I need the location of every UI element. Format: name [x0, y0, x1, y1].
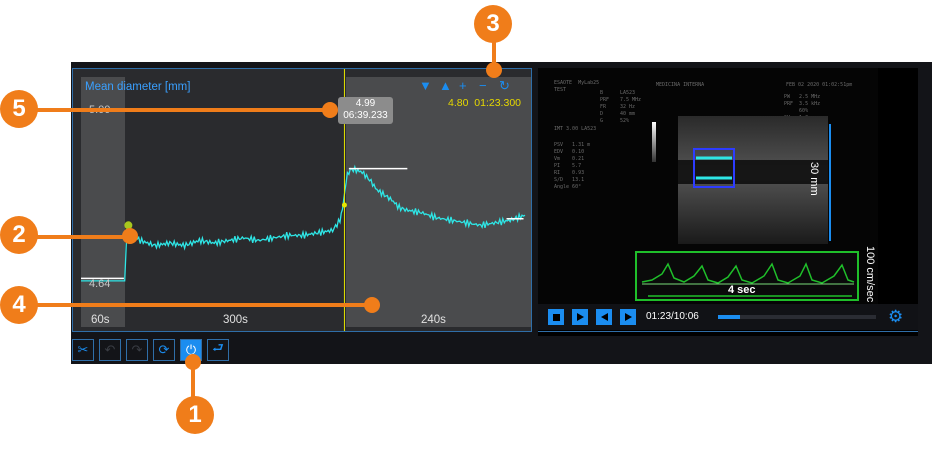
- sync-icon: ⟳: [158, 342, 170, 357]
- callout-4-endpoint: [364, 297, 380, 313]
- zoom-out-icon[interactable]: −: [479, 79, 487, 92]
- callout-3-endpoint: [486, 62, 502, 78]
- y-bottom-label: 4.64: [89, 278, 111, 290]
- doppler-scale-label: 100 cm/sec: [864, 246, 876, 303]
- callout-4-line: [36, 303, 374, 307]
- loop-icon: ⮐: [212, 340, 224, 355]
- video-panel: ESAOTE MyLab25 TEST MEDICINA INTERNA FEB…: [538, 68, 918, 336]
- callout-1: 1: [176, 396, 214, 434]
- gray-scale-bar: [652, 122, 656, 162]
- current-value: 4.80: [448, 97, 469, 109]
- refresh-icon[interactable]: ↻: [499, 79, 510, 92]
- callout-2: 2: [0, 216, 38, 254]
- progress-track[interactable]: [718, 315, 876, 319]
- up-arrow-icon[interactable]: ▲: [439, 79, 452, 92]
- zoom-in-icon[interactable]: +: [459, 79, 467, 92]
- progress-fill: [718, 315, 740, 319]
- callout-4: 4: [0, 286, 38, 324]
- segment-label-occlusion: 300s: [223, 314, 248, 326]
- chart-controls: ▼ ▲ + − ↻: [419, 79, 527, 95]
- stop-button[interactable]: [548, 309, 564, 325]
- step-forward-icon: [624, 313, 632, 321]
- callout-5-endpoint: [322, 102, 338, 118]
- cut-icon: ✂: [77, 342, 89, 357]
- undo-icon: ↶: [104, 342, 116, 357]
- video-player-controls: 01:23/10:06 ⚙: [538, 304, 918, 330]
- redo-button[interactable]: ↷: [126, 339, 148, 361]
- step-back-button[interactable]: [596, 309, 612, 325]
- segment-label-recovery: 240s: [421, 314, 446, 326]
- current-values: 4.80 01:23.300: [448, 97, 521, 109]
- sync-button[interactable]: ⟳: [153, 339, 175, 361]
- callout-3: 3: [474, 5, 512, 43]
- play-icon: [576, 313, 584, 321]
- undo-button[interactable]: ↶: [99, 339, 121, 361]
- stop-icon: [552, 313, 560, 321]
- cursor-point: [341, 202, 347, 208]
- cursor-value: 4.99: [355, 98, 376, 109]
- callout-2-endpoint: [122, 228, 138, 244]
- current-time: 01:23.300: [474, 97, 521, 109]
- depth-scale-label: 30 mm: [808, 162, 820, 196]
- vessel-lumen: [678, 160, 828, 184]
- player-divider: [538, 331, 918, 332]
- segment-label-baseline: 60s: [91, 314, 110, 326]
- playback-time: 01:23/10:06: [646, 311, 699, 322]
- callout-5: 5: [0, 90, 38, 128]
- ultrasound-video[interactable]: ESAOTE MyLab25 TEST MEDICINA INTERNA FEB…: [538, 68, 878, 304]
- callout-1-endpoint: [185, 354, 201, 370]
- step-forward-button[interactable]: [620, 309, 636, 325]
- step-back-icon: [600, 313, 608, 321]
- cursor-readout: 4.99 06:39.233: [338, 97, 393, 124]
- redo-icon: ↷: [131, 342, 143, 357]
- cursor-time: 06:39.233: [343, 110, 388, 121]
- settings-gear-icon[interactable]: ⚙: [888, 308, 903, 325]
- down-arrow-icon[interactable]: ▼: [419, 79, 432, 92]
- callout-5-line: [36, 108, 332, 112]
- cut-button[interactable]: ✂: [72, 339, 94, 361]
- doppler-time-label: 4 sec: [728, 284, 756, 296]
- loop-button[interactable]: ⮐: [207, 339, 229, 361]
- play-button[interactable]: [572, 309, 588, 325]
- callout-2-line: [36, 235, 131, 239]
- edit-toolbar: ✂ ↶ ↷ ⟳ ⏻ ⮐: [72, 339, 240, 363]
- chart-title: Mean diameter [mm]: [85, 81, 191, 93]
- ultrasound-image: [635, 116, 859, 301]
